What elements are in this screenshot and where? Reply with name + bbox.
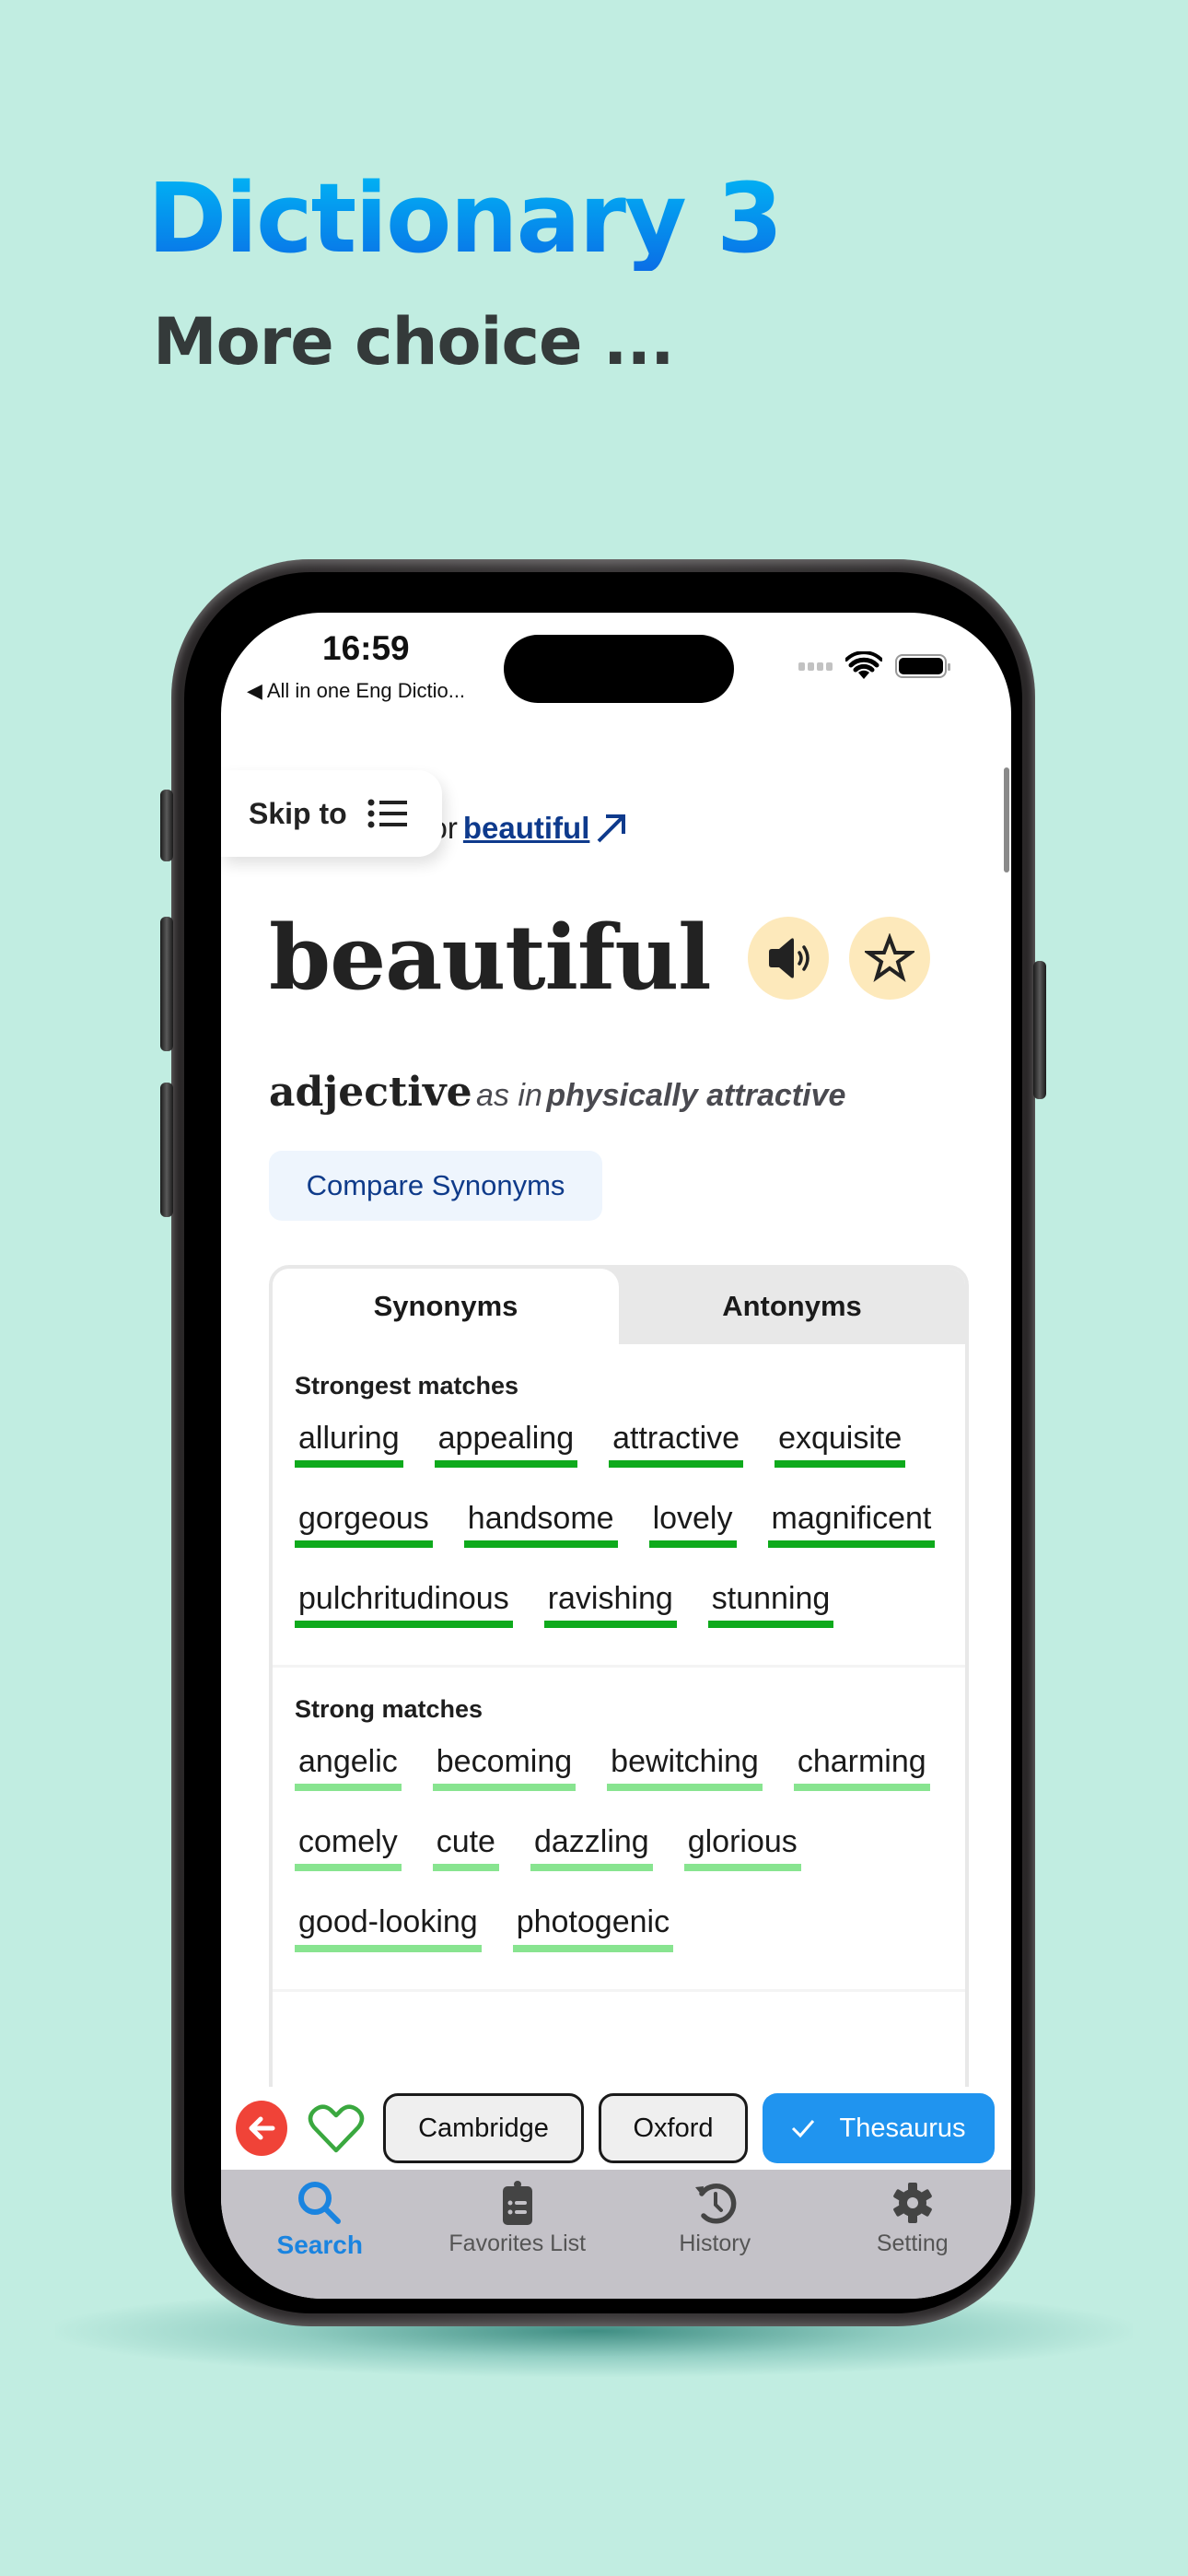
synonym-link[interactable]: becoming [432,1744,577,1792]
tabbar-label: Setting [876,2231,949,2256]
part-of-speech-line: adjective as in physically attractive [269,1069,845,1116]
list-icon [367,799,407,828]
tabbar-favorites-list[interactable]: Favorites List [419,2170,617,2299]
scrollbar[interactable] [1004,767,1009,872]
synonym-link[interactable]: comely [295,1824,402,1872]
add-favorite-button[interactable] [308,2101,365,2156]
gear-icon [892,2183,932,2223]
tabbar-setting[interactable]: Setting [814,2170,1012,2299]
history-icon [695,2184,737,2224]
search-icon [298,2182,342,2224]
back-to-app-link[interactable]: ◀ All in one Eng Dictio... [247,679,465,703]
synonym-link[interactable]: dazzling [530,1824,653,1872]
synonym-link[interactable]: pulchritudinous [295,1581,513,1629]
synonym-link[interactable]: angelic [295,1744,402,1792]
synonym-link[interactable]: stunning [707,1581,834,1629]
part-of-speech: adjective [269,1069,472,1116]
clipboard-list-icon [502,2181,532,2225]
phone-frame: 16:59 ◀ All in one Eng Dictio... Skip to [160,559,1046,2326]
synonym-link[interactable]: photogenic [512,1904,674,1952]
phone-bezel: 16:59 ◀ All in one Eng Dictio... Skip to [184,572,1022,2313]
phone-side-button [1033,961,1046,1099]
tab-antonyms[interactable]: Antonyms [619,1269,965,1344]
favorite-star-button[interactable] [848,916,930,1000]
synonym-link[interactable]: gorgeous [295,1501,433,1549]
promo-title: Dictionary 3 [147,162,783,275]
tabs-header: Synonyms Antonyms [273,1269,965,1344]
back-button[interactable] [236,2101,287,2156]
section-strongest-matches: Strongest matches alluring appealing attra… [273,1344,965,1669]
synonym-link[interactable]: lovely [648,1501,737,1549]
synonym-link[interactable]: cute [432,1824,499,1872]
compare-synonyms-button[interactable]: Compare Synonyms [269,1151,602,1221]
status-indicators [798,651,950,681]
status-time: 16:59 [322,629,410,667]
synonym-link[interactable]: appealing [434,1421,578,1469]
skip-to-label: Skip to [249,796,347,830]
synonym-link[interactable]: glorious [683,1824,801,1872]
heart-icon [308,2104,365,2153]
word-list: alluring appealing attractive exquisite gorg… [295,1421,945,1629]
section-title: Strongest matches [295,1372,519,1399]
tabbar-search[interactable]: Search [221,2170,419,2299]
checkmark-icon [792,2120,815,2138]
star-icon [864,932,914,982]
section-title: Strong matches [295,1695,483,1724]
headword-row: beautiful [269,906,930,1010]
tabbar-label: History [679,2231,751,2256]
synonyms-for-word-link[interactable]: beautiful [463,811,590,846]
synonym-link[interactable]: ravishing [543,1581,677,1629]
tabbar-history[interactable]: History [616,2170,814,2299]
dynamic-island [504,635,734,703]
phone-action-button [160,790,173,861]
synonym-link[interactable]: attractive [609,1421,744,1469]
source-thesaurus-button[interactable]: Thesaurus [763,2093,995,2163]
tabbar-label: Favorites List [448,2231,587,2256]
wifi-icon [845,651,882,679]
pronounce-button[interactable] [747,916,829,1000]
synonym-link[interactable]: handsome [463,1501,618,1549]
source-toolbar: Cambridge Oxford Thesaurus [221,2087,1011,2170]
synonym-link[interactable]: magnificent [767,1501,936,1549]
as-in-prefix: as in [476,1078,542,1113]
source-thesaurus-label: Thesaurus [839,2113,966,2143]
skip-to-button[interactable]: Skip to [221,770,442,857]
synonym-link[interactable]: exquisite [775,1421,906,1469]
cellular-signal-icon [798,662,833,671]
phone-volume-down-button [160,1083,173,1217]
external-arrow-icon[interactable] [595,812,628,845]
section-strong-matches: Strong matches angelic becoming bewitching… [273,1668,965,1992]
word-list: angelic becoming bewitching charming comely c… [295,1744,945,1952]
battery-icon [895,654,950,678]
app-screen: 16:59 ◀ All in one Eng Dictio... Skip to [221,613,1011,2299]
tabbar-label: Search [276,2231,363,2259]
arrow-left-icon [249,2116,275,2140]
headword: beautiful [269,906,712,1010]
promo-subtitle: More choice ... [153,304,675,380]
speaker-icon [768,937,809,978]
synonym-link[interactable]: alluring [295,1421,403,1469]
synonym-link[interactable]: bewitching [607,1744,763,1792]
synonym-link[interactable]: good-looking [295,1904,482,1952]
bottom-tab-bar: Search Favorites List History Setting [221,2170,1011,2299]
tab-synonyms[interactable]: Synonyms [273,1269,619,1344]
sense-text: physically attractive [546,1078,846,1113]
source-cambridge-button[interactable]: Cambridge [383,2093,584,2163]
source-oxford-button[interactable]: Oxford [599,2093,748,2163]
synonym-link[interactable]: charming [793,1744,930,1792]
phone-volume-up-button [160,917,173,1051]
